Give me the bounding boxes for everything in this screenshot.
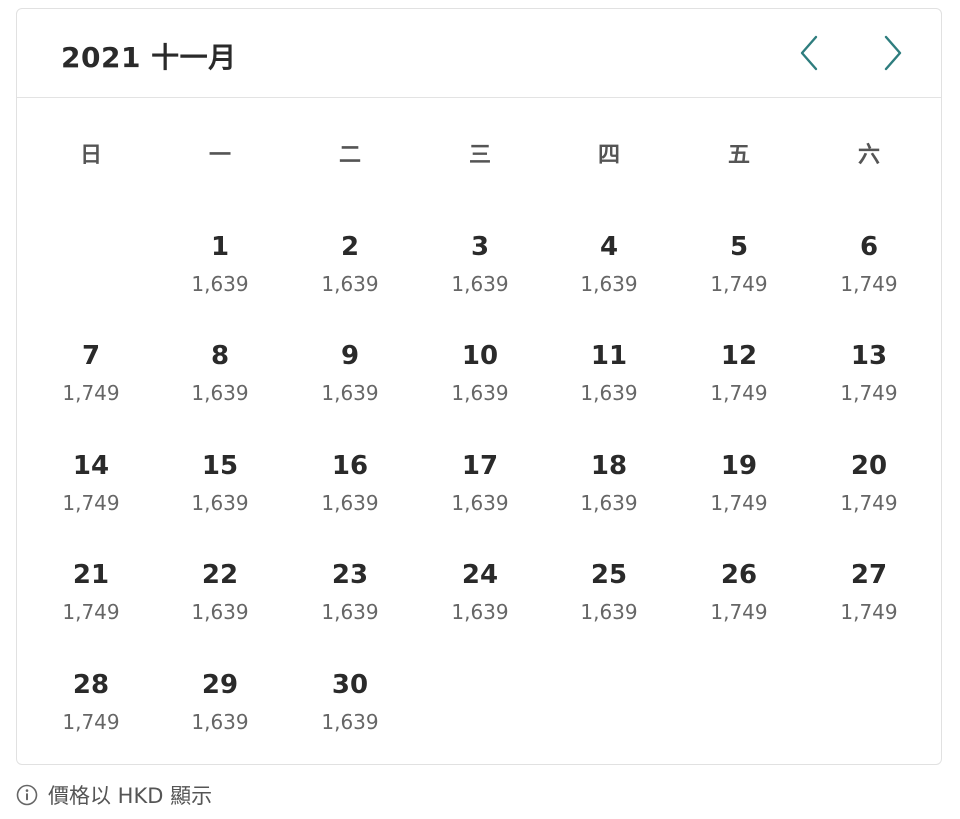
day-number: 6 — [859, 232, 879, 262]
day-price: 1,639 — [580, 381, 638, 405]
day-number: 13 — [850, 341, 888, 371]
day-price: 1,749 — [840, 600, 898, 624]
day-price: 1,639 — [321, 491, 379, 515]
day-price: 1,639 — [451, 381, 509, 405]
day-price: 1,639 — [321, 272, 379, 296]
day-cell[interactable]: 29 1,639 — [165, 669, 275, 761]
day-price: 1,749 — [710, 600, 768, 624]
day-price: 1,639 — [451, 272, 509, 296]
day-cell[interactable]: 3 1,639 — [425, 231, 535, 323]
day-price: 1,639 — [191, 381, 249, 405]
day-cell[interactable]: 24 1,639 — [425, 559, 535, 651]
day-cell[interactable]: 20 1,749 — [814, 450, 924, 542]
day-price: 1,639 — [451, 491, 509, 515]
day-cell[interactable]: 13 1,749 — [814, 340, 924, 432]
day-number: 9 — [340, 341, 360, 371]
day-cell[interactable]: 28 1,749 — [36, 669, 146, 761]
day-cell[interactable]: 25 1,639 — [554, 559, 664, 651]
day-price: 1,639 — [321, 600, 379, 624]
day-number: 18 — [590, 451, 628, 481]
day-number: 28 — [72, 670, 110, 700]
day-number: 25 — [590, 560, 628, 590]
day-number: 24 — [461, 560, 499, 590]
day-price: 1,749 — [62, 381, 120, 405]
day-price: 1,639 — [451, 600, 509, 624]
currency-note-text: 價格以 HKD 顯示 — [48, 784, 213, 808]
day-price: 1,749 — [710, 272, 768, 296]
day-number: 20 — [850, 451, 888, 481]
day-number: 3 — [470, 232, 490, 262]
day-price: 1,639 — [580, 600, 638, 624]
day-cell[interactable]: 14 1,749 — [36, 450, 146, 542]
day-cell[interactable]: 16 1,639 — [295, 450, 405, 542]
day-number: 12 — [720, 341, 758, 371]
day-number: 19 — [720, 451, 758, 481]
day-price: 1,639 — [580, 491, 638, 515]
day-cell[interactable]: 17 1,639 — [425, 450, 535, 542]
day-cell[interactable]: 6 1,749 — [814, 231, 924, 323]
day-number: 11 — [590, 341, 628, 371]
day-price: 1,749 — [62, 710, 120, 734]
day-cell[interactable]: 22 1,639 — [165, 559, 275, 651]
day-cell[interactable]: 18 1,639 — [554, 450, 664, 542]
day-cell[interactable]: 10 1,639 — [425, 340, 535, 432]
day-number: 10 — [461, 341, 499, 371]
day-price: 1,639 — [191, 710, 249, 734]
day-price: 1,749 — [710, 381, 768, 405]
day-cell[interactable]: 27 1,749 — [814, 559, 924, 651]
day-number: 14 — [72, 451, 110, 481]
day-cell[interactable]: 23 1,639 — [295, 559, 405, 651]
day-grid: 1 1,639 2 1,639 3 1,639 4 1,639 5 1,749 6 1,749 7 1,7… — [17, 9, 941, 764]
day-cell[interactable]: 4 1,639 — [554, 231, 664, 323]
day-number: 8 — [210, 341, 230, 371]
day-price: 1,639 — [321, 381, 379, 405]
day-price: 1,639 — [321, 710, 379, 734]
day-price: 1,639 — [580, 272, 638, 296]
day-cell[interactable]: 21 1,749 — [36, 559, 146, 651]
day-price: 1,639 — [191, 272, 249, 296]
day-cell[interactable]: 19 1,749 — [684, 450, 794, 542]
currency-note: 價格以 HKD 顯示 — [16, 781, 212, 809]
day-cell[interactable]: 5 1,749 — [684, 231, 794, 323]
day-price: 1,749 — [840, 491, 898, 515]
day-cell[interactable]: 12 1,749 — [684, 340, 794, 432]
day-price: 1,639 — [191, 600, 249, 624]
day-number: 16 — [331, 451, 369, 481]
day-number: 30 — [331, 670, 369, 700]
day-price: 1,749 — [840, 272, 898, 296]
day-number: 7 — [81, 341, 101, 371]
day-number: 1 — [210, 232, 230, 262]
day-price: 1,749 — [62, 600, 120, 624]
day-cell[interactable]: 30 1,639 — [295, 669, 405, 761]
day-number: 15 — [201, 451, 239, 481]
day-number: 4 — [599, 232, 619, 262]
day-cell[interactable]: 1 1,639 — [165, 231, 275, 323]
day-number: 22 — [201, 560, 239, 590]
info-icon — [16, 784, 38, 806]
day-number: 26 — [720, 560, 758, 590]
day-number: 29 — [201, 670, 239, 700]
day-price: 1,749 — [62, 491, 120, 515]
day-cell[interactable]: 11 1,639 — [554, 340, 664, 432]
day-number: 23 — [331, 560, 369, 590]
day-number: 5 — [729, 232, 749, 262]
day-price: 1,749 — [710, 491, 768, 515]
day-cell[interactable]: 26 1,749 — [684, 559, 794, 651]
day-cell[interactable]: 2 1,639 — [295, 231, 405, 323]
day-price: 1,639 — [191, 491, 249, 515]
calendar-card: 2021 十一月 日一二三四五六 1 1,639 2 1,639 3 1,639 4 1,63… — [16, 8, 942, 765]
day-cell[interactable]: 8 1,639 — [165, 340, 275, 432]
day-number: 2 — [340, 232, 360, 262]
day-number: 17 — [461, 451, 499, 481]
day-number: 27 — [850, 560, 888, 590]
day-cell[interactable]: 9 1,639 — [295, 340, 405, 432]
day-cell[interactable]: 15 1,639 — [165, 450, 275, 542]
day-cell[interactable]: 7 1,749 — [36, 340, 146, 432]
day-number: 21 — [72, 560, 110, 590]
day-price: 1,749 — [840, 381, 898, 405]
